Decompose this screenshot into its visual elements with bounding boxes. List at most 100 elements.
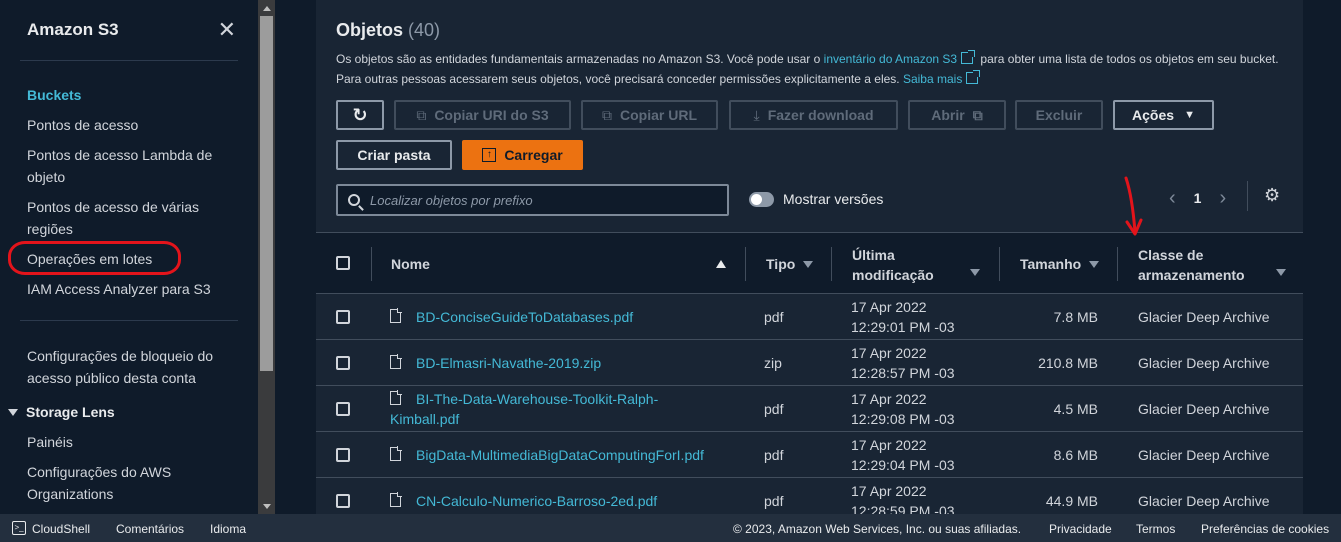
terms-link[interactable]: Termos (1136, 522, 1175, 536)
column-size[interactable]: Tamanho (1020, 256, 1100, 272)
external-link-icon: ⧉ (972, 106, 983, 123)
sort-ascending-icon[interactable] (716, 260, 726, 268)
button-label: Criar pasta (357, 147, 431, 163)
sidebar-item-buckets[interactable]: Buckets (27, 84, 227, 106)
header-label: modificação (852, 267, 934, 283)
sidebar-item-block-public-access[interactable]: Configurações de bloqueio do acesso públ… (27, 345, 227, 389)
row-checkbox[interactable] (336, 356, 350, 370)
row-checkbox[interactable] (336, 494, 350, 508)
sort-icon[interactable] (1276, 269, 1286, 276)
privacy-link[interactable]: Privacidade (1049, 522, 1112, 536)
cookie-preferences-link[interactable]: Preferências de cookies (1201, 522, 1329, 536)
header-label: Última (852, 247, 895, 263)
file-type: pdf (764, 493, 784, 509)
modified-time: 12:28:59 PM -03 (851, 503, 955, 514)
column-storage-class[interactable]: Classe de armazenamento (1138, 245, 1245, 285)
scroll-thumb[interactable] (260, 16, 273, 371)
table-row[interactable]: BD-ConciseGuideToDatabases.pdf pdf 17 Ap… (316, 294, 1303, 340)
copy-url-button[interactable]: ⧉ Copiar URL (581, 100, 718, 130)
modified-date: 17 Apr 2022 (851, 299, 927, 315)
show-versions-toggle[interactable] (749, 192, 774, 207)
divider (1117, 247, 1118, 281)
language-link[interactable]: Idioma (210, 522, 246, 536)
column-type[interactable]: Tipo (766, 256, 814, 272)
storage-class: Glacier Deep Archive (1138, 309, 1270, 325)
table-row[interactable]: BD-Elmasri-Navathe-2019.zip zip 17 Apr 2… (316, 340, 1303, 386)
sidebar-title: Amazon S3 (27, 20, 119, 39)
chevron-left-icon[interactable]: ‹ (1161, 187, 1184, 210)
scroll-up-icon[interactable] (263, 6, 271, 11)
sidebar-item-dashboards[interactable]: Painéis (27, 431, 227, 453)
open-button[interactable]: Abrir ⧉ (908, 100, 1006, 130)
copy-icon: ⧉ (602, 106, 612, 123)
table-row[interactable]: BigData-MultimediaBigDataComputingForI.p… (316, 432, 1303, 478)
description-text: Os objetos são as entidades fundamentais… (336, 52, 824, 66)
copy-s3-uri-button[interactable]: ⧉ Copiar URI do S3 (394, 100, 571, 130)
button-label: Abrir (931, 107, 965, 123)
learn-more-link[interactable]: Saiba mais (903, 72, 962, 86)
file-icon (390, 446, 402, 461)
sidebar-item-batch-operations[interactable]: Operações em lotes (27, 248, 227, 270)
modified-time: 12:28:57 PM -03 (851, 365, 955, 381)
column-name[interactable]: Nome (391, 256, 430, 272)
copy-icon: ⧉ (416, 106, 427, 123)
objects-panel: Objetos (40) Os objetos são as entidades… (316, 0, 1303, 514)
close-icon[interactable]: ✕ (218, 19, 236, 41)
table-row[interactable]: BI-The-Data-Warehouse-Toolkit-Ralph- Kim… (316, 386, 1303, 432)
table-row[interactable]: CN-Calculo-Numerico-Barroso-2ed.pdf pdf … (316, 478, 1303, 514)
create-folder-button[interactable]: Criar pasta (336, 140, 452, 170)
sidebar-nav-secondary: Configurações de bloqueio do acesso públ… (0, 321, 258, 505)
sort-icon[interactable] (970, 269, 980, 276)
current-page[interactable]: 1 (1184, 190, 1212, 206)
sidebar-scrollbar[interactable] (258, 0, 275, 514)
refresh-button[interactable]: ↻ (336, 100, 384, 130)
sidebar-item-lambda-access-points[interactable]: Pontos de acesso Lambda de objeto (27, 144, 227, 188)
modified-date: 17 Apr 2022 (851, 391, 927, 407)
search-input[interactable] (370, 192, 710, 208)
storage-class: Glacier Deep Archive (1138, 401, 1270, 417)
search-box[interactable] (336, 184, 729, 216)
download-button[interactable]: ⤓ Fazer download (729, 100, 898, 130)
file-name-link[interactable]: BigData-MultimediaBigDataComputingForI.p… (416, 447, 704, 463)
gear-icon[interactable]: ⚙ (1264, 186, 1282, 204)
file-icon (390, 354, 402, 369)
cloudshell-link[interactable]: CloudShell (32, 522, 90, 536)
divider (831, 247, 832, 281)
chevron-right-icon[interactable]: › (1211, 187, 1234, 210)
file-name-link[interactable]: CN-Calculo-Numerico-Barroso-2ed.pdf (416, 493, 657, 509)
header-label: armazenamento (1138, 267, 1245, 283)
file-name-link[interactable]: BD-Elmasri-Navathe-2019.zip (416, 355, 601, 371)
upload-icon: ↑ (482, 148, 497, 162)
header-label: Nome (391, 256, 430, 272)
sidebar-item-access-points[interactable]: Pontos de acesso (27, 114, 227, 136)
sidebar-item-aws-organizations[interactable]: Configurações do AWS Organizations (27, 461, 227, 505)
cloudshell-icon[interactable]: >_ (12, 521, 26, 535)
sidebar-section-storage-lens[interactable]: Storage Lens (8, 401, 208, 423)
scroll-down-icon[interactable] (263, 504, 271, 509)
row-checkbox[interactable] (336, 448, 350, 462)
sidebar-item-iam-access-analyzer[interactable]: IAM Access Analyzer para S3 (27, 278, 227, 300)
storage-class: Glacier Deep Archive (1138, 447, 1270, 463)
column-last-modified[interactable]: Última modificação (852, 245, 934, 285)
upload-button[interactable]: ↑ Carregar (462, 140, 583, 170)
objects-table: Nome Tipo Última modificação Tamanho Cla… (316, 232, 1303, 514)
sidebar-item-multi-region-access-points[interactable]: Pontos de acesso de várias regiões (27, 196, 227, 240)
file-size: 44.9 MB (1045, 493, 1098, 509)
row-checkbox[interactable] (336, 310, 350, 324)
search-icon (348, 194, 360, 206)
actions-button[interactable]: Ações ▼ (1113, 100, 1214, 130)
description: Os objetos são as entidades fundamentais… (336, 49, 1286, 89)
file-name-link[interactable]: BD-ConciseGuideToDatabases.pdf (416, 309, 633, 325)
file-name-link[interactable]: Kimball.pdf (390, 411, 459, 427)
select-all-checkbox[interactable] (336, 256, 350, 270)
row-checkbox[interactable] (336, 402, 350, 416)
file-name-link[interactable]: BI-The-Data-Warehouse-Toolkit-Ralph- (416, 391, 658, 407)
inventory-link[interactable]: inventário do Amazon S3 (824, 52, 957, 66)
external-link-icon (966, 70, 981, 84)
feedback-link[interactable]: Comentários (116, 522, 184, 536)
modified-date: 17 Apr 2022 (851, 483, 927, 499)
copyright: © 2023, Amazon Web Services, Inc. ou sua… (733, 522, 1022, 536)
table-header: Nome Tipo Última modificação Tamanho Cla… (316, 232, 1303, 294)
file-type: pdf (764, 309, 784, 325)
delete-button[interactable]: Excluir (1015, 100, 1103, 130)
